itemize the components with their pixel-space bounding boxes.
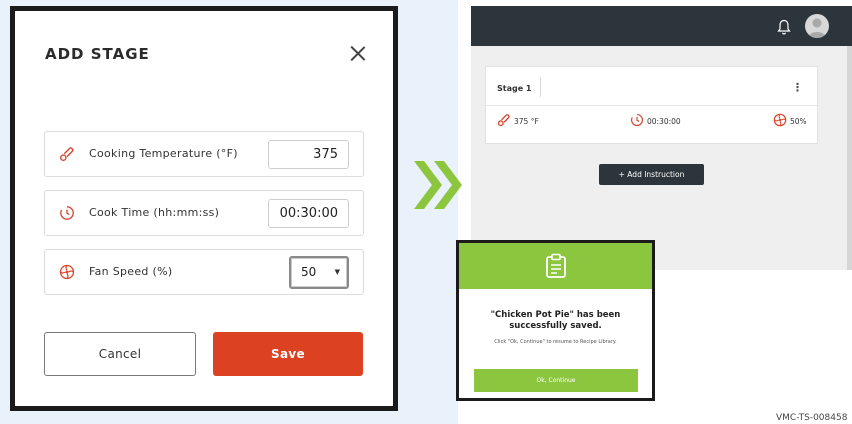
- bell-icon[interactable]: [776, 18, 792, 36]
- document-reference: VMC-TS-008458: [776, 413, 848, 423]
- document-icon: [546, 253, 566, 278]
- dialog-subtitle: Click "Ok, Continue" to resume to Recipe…: [494, 339, 617, 345]
- top-bar: [471, 6, 852, 46]
- user-icon: [808, 18, 826, 38]
- add-instruction-button[interactable]: + Add Instruction: [599, 164, 704, 185]
- stage-fan-speed: 50%: [790, 117, 807, 126]
- cooking-temperature-input[interactable]: 375: [268, 140, 349, 169]
- cook-time-label: Cook Time (hh:mm:ss): [89, 206, 220, 219]
- thermometer-icon: [60, 147, 74, 162]
- cook-time-row: Cook Time (hh:mm:ss) 00:30:00: [44, 190, 364, 236]
- cooking-temperature-row: Cooking Temperature (°F) 375: [44, 131, 364, 177]
- stage-temperature: 375 °F: [514, 117, 539, 126]
- stage-name: Stage 1: [497, 84, 532, 93]
- scrollbar[interactable]: [847, 46, 852, 270]
- dialog-title: "Chicken Pot Pie" has been successfully …: [490, 310, 621, 331]
- recipe-editor-panel: Stage 1 ⋮ 375 °F 00:30:00 50% + Add Inst…: [471, 6, 852, 270]
- divider: [486, 105, 819, 106]
- fan-speed-select[interactable]: 50 ▼: [289, 256, 349, 289]
- cook-time-input[interactable]: 00:30:00: [268, 199, 349, 228]
- cooking-temperature-label: Cooking Temperature (°F): [89, 147, 238, 160]
- fan-speed-row: Fan Speed (%) 50 ▼: [44, 249, 364, 295]
- thermometer-icon: [497, 114, 510, 127]
- modal-title: ADD STAGE: [45, 45, 150, 63]
- more-options-icon[interactable]: ⋮: [792, 81, 803, 94]
- saved-confirmation-dialog: "Chicken Pot Pie" has been successfully …: [456, 240, 655, 401]
- clock-icon: [631, 113, 643, 127]
- stage-card: Stage 1 ⋮ 375 °F 00:30:00 50%: [485, 66, 819, 144]
- fan-speed-value: 50: [301, 265, 317, 279]
- stage-time: 00:30:00: [647, 117, 681, 126]
- page: ADD STAGE Cooking Temperature (°F) 375 C…: [0, 0, 852, 424]
- close-icon[interactable]: [349, 45, 367, 63]
- add-stage-modal: ADD STAGE Cooking Temperature (°F) 375 C…: [10, 6, 398, 411]
- double-chevron-right-icon: [414, 161, 462, 209]
- divider: [540, 77, 541, 97]
- fan-icon: [59, 264, 75, 280]
- avatar[interactable]: [805, 14, 829, 38]
- cancel-button[interactable]: Cancel: [44, 332, 196, 376]
- clock-icon: [60, 206, 74, 220]
- fan-icon: [773, 113, 787, 127]
- dialog-header: [459, 243, 652, 289]
- fan-speed-label: Fan Speed (%): [89, 265, 173, 278]
- caret-down-icon: ▼: [334, 268, 340, 276]
- ok-continue-button[interactable]: Ok, Continue: [474, 369, 638, 392]
- save-button[interactable]: Save: [213, 332, 363, 376]
